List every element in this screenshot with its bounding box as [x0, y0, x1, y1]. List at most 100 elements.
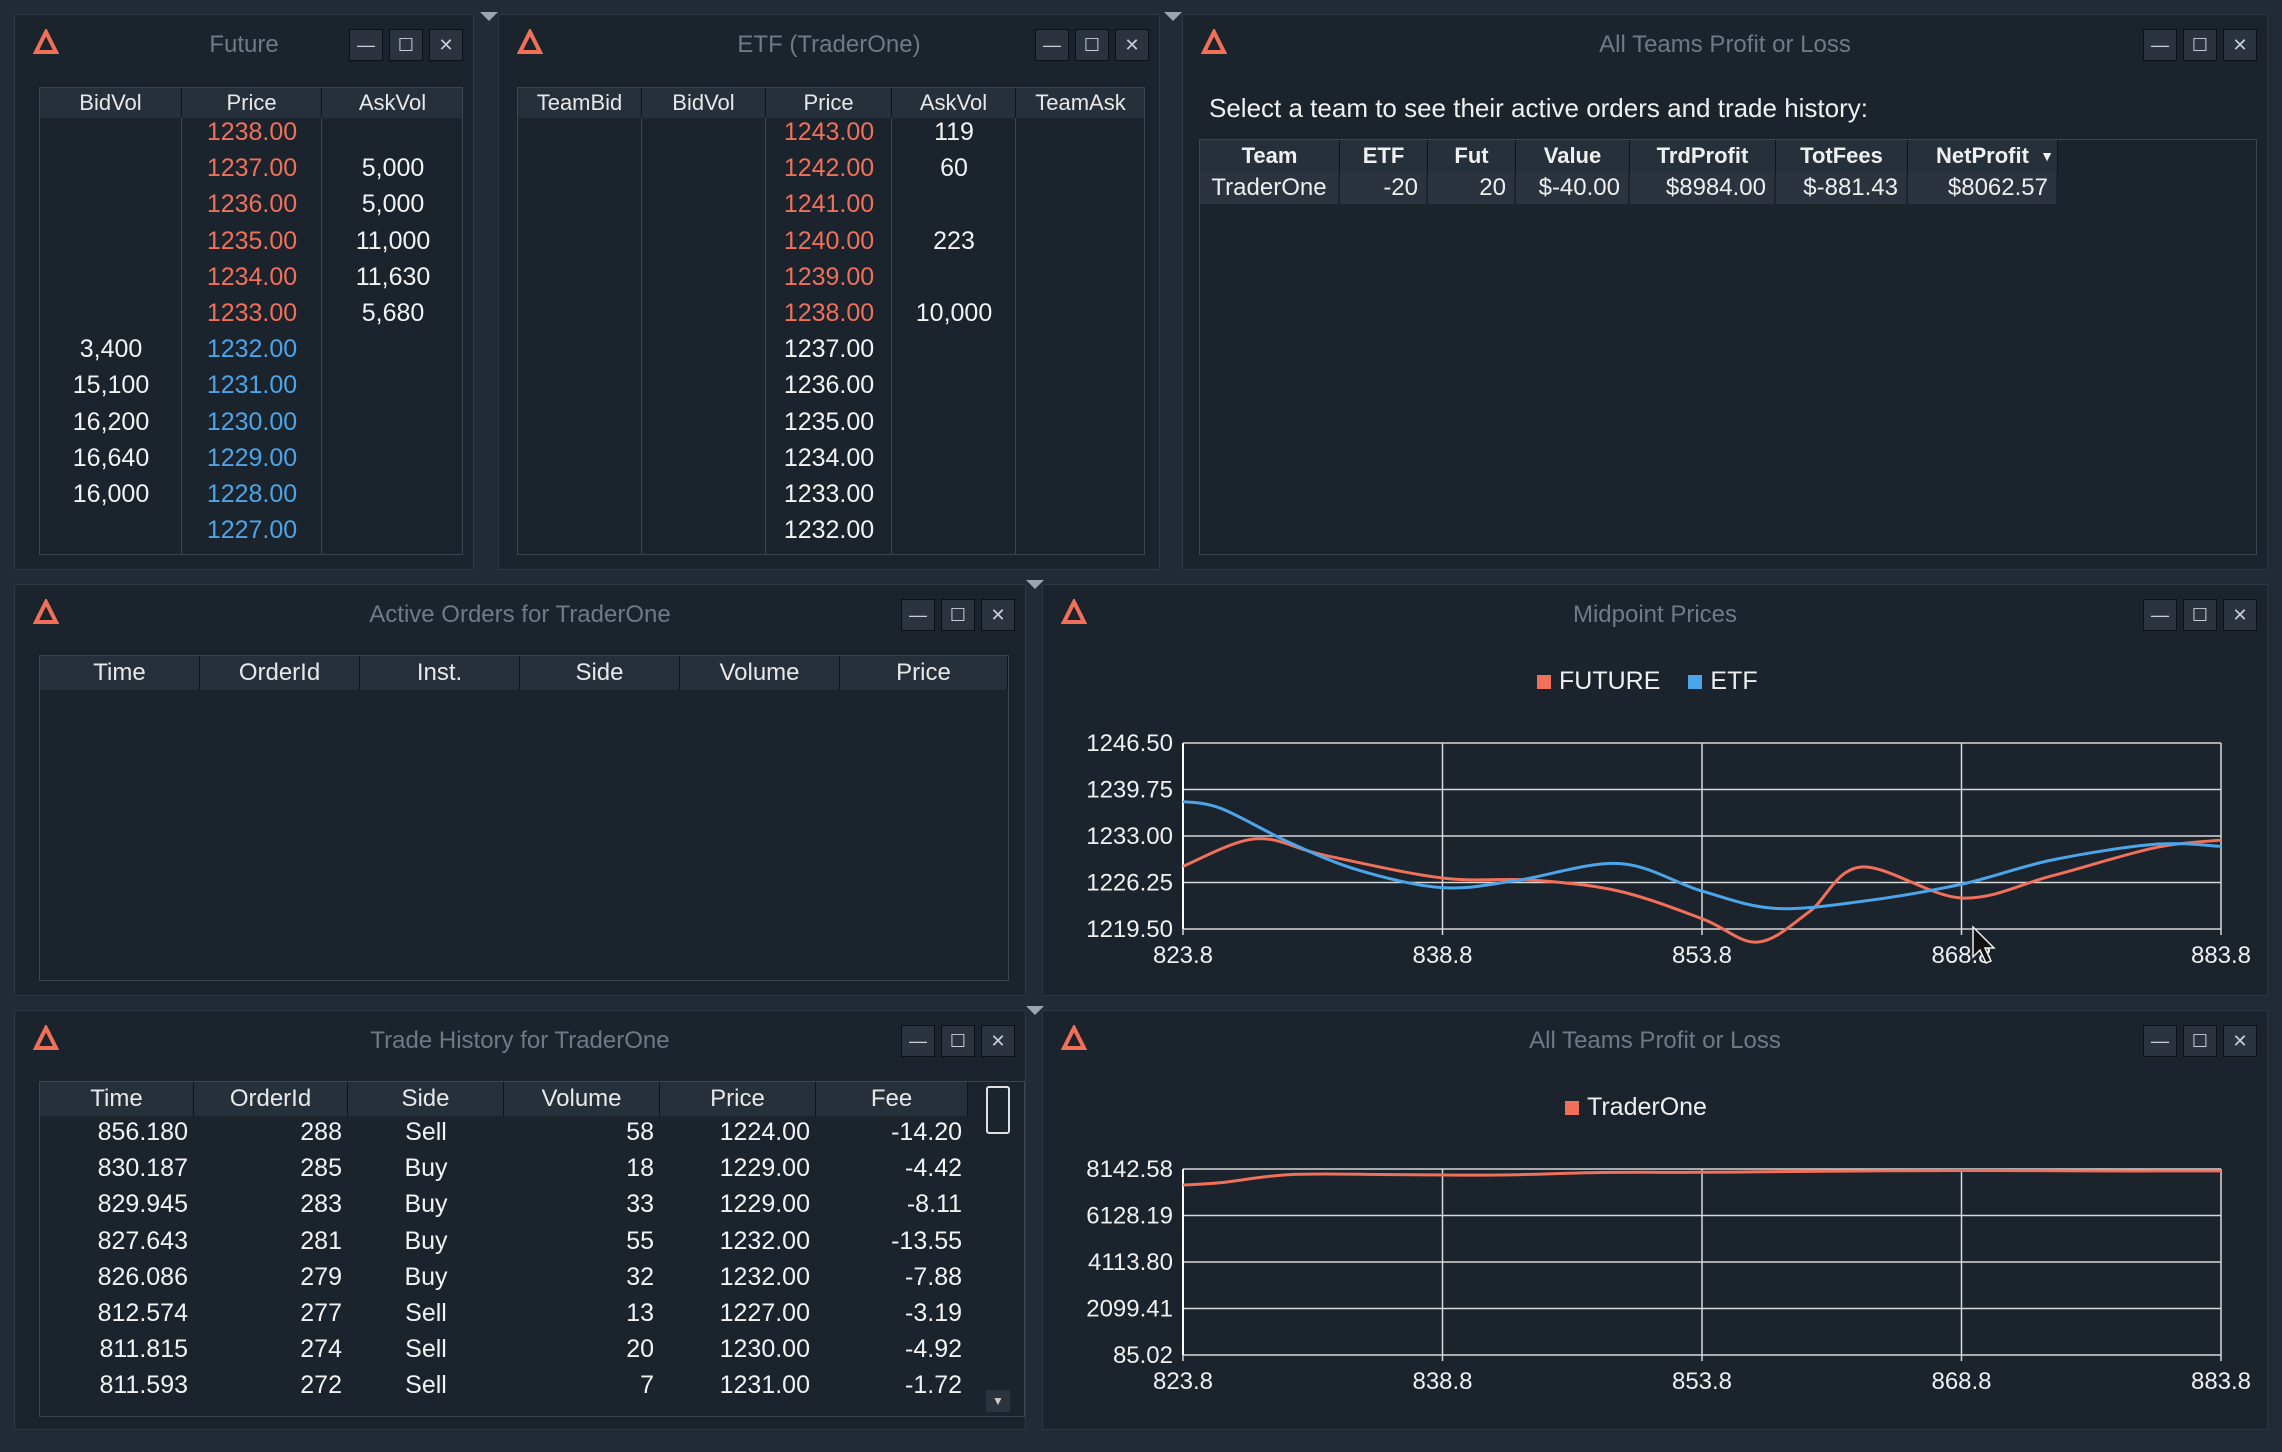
column-header[interactable]: OrderId: [200, 656, 360, 690]
close-button[interactable]: ✕: [2223, 29, 2257, 61]
table-cell[interactable]: 272: [194, 1367, 348, 1403]
scroll-down-icon[interactable]: ▼: [986, 1390, 1010, 1412]
column-header[interactable]: ETF: [1340, 140, 1428, 172]
column-header[interactable]: Side: [520, 656, 680, 690]
etf-titlebar[interactable]: ETF (TraderOne) — ☐ ✕: [499, 15, 1159, 69]
table-cell[interactable]: Sell: [348, 1295, 504, 1331]
table-cell[interactable]: $8984.00: [1630, 172, 1774, 204]
table-cell[interactable]: 7: [504, 1367, 660, 1403]
column-header[interactable]: Time: [40, 1082, 194, 1116]
column-header[interactable]: BidVol: [642, 88, 766, 118]
table-cell[interactable]: 1229.00: [660, 1186, 816, 1222]
table-cell[interactable]: 1224.00: [660, 1114, 816, 1150]
price-cell[interactable]: 1231.00: [182, 367, 322, 403]
price-cell[interactable]: 1232.00: [182, 331, 322, 367]
price-cell[interactable]: 1235.00: [766, 404, 892, 440]
future-titlebar[interactable]: Future — ☐ ✕: [15, 15, 473, 69]
splitter-handle[interactable]: [1026, 1006, 1044, 1015]
column-header[interactable]: TotFees: [1776, 140, 1908, 172]
column-header[interactable]: Time: [40, 656, 200, 690]
price-cell[interactable]: 1234.00: [766, 440, 892, 476]
table-cell[interactable]: 1231.00: [660, 1367, 816, 1403]
table-cell[interactable]: Sell: [348, 1331, 504, 1367]
splitter-handle[interactable]: [1026, 580, 1044, 589]
column-header[interactable]: Team: [1200, 140, 1340, 172]
minimize-button[interactable]: —: [901, 1025, 935, 1057]
price-cell[interactable]: 1234.00: [182, 259, 322, 295]
table-cell[interactable]: 829.945: [40, 1186, 194, 1222]
etf-book-table[interactable]: TeamBid BidVol Price AskVol TeamAsk 1243.00 11…: [517, 87, 1145, 555]
table-cell[interactable]: 58: [504, 1114, 660, 1150]
column-header[interactable]: TeamBid: [518, 88, 642, 118]
close-button[interactable]: ✕: [1115, 29, 1149, 61]
table-cell[interactable]: 18: [504, 1150, 660, 1186]
table-cell[interactable]: 32: [504, 1259, 660, 1295]
table-cell[interactable]: -13.55: [816, 1223, 968, 1259]
trade-history-table[interactable]: Time OrderId Side Volume Price Fee 856.180 288 S…: [39, 1081, 1025, 1417]
column-header[interactable]: Volume: [680, 656, 840, 690]
price-cell[interactable]: 1241.00: [766, 186, 892, 222]
column-header[interactable]: TeamAsk: [1016, 88, 1144, 118]
splitter-handle[interactable]: [1164, 12, 1182, 21]
price-cell[interactable]: 1231.00: [766, 548, 892, 554]
price-cell[interactable]: 1239.00: [766, 259, 892, 295]
table-cell[interactable]: 1232.00: [660, 1259, 816, 1295]
column-header[interactable]: Volume: [504, 1082, 660, 1116]
active-orders-table[interactable]: Time OrderId Inst. Side Volume Price: [39, 655, 1009, 981]
scrollbar-thumb[interactable]: [986, 1086, 1010, 1134]
table-cell[interactable]: -4.92: [816, 1331, 968, 1367]
pnl-titlebar[interactable]: All Teams Profit or Loss — ☐ ✕: [1183, 15, 2267, 69]
table-cell[interactable]: 1230.00: [660, 1331, 816, 1367]
maximize-button[interactable]: ☐: [1075, 29, 1109, 61]
splitter-handle[interactable]: [480, 12, 498, 21]
table-cell[interactable]: 856.180: [40, 1114, 194, 1150]
table-cell[interactable]: -1.72: [816, 1367, 968, 1403]
table-cell[interactable]: Buy: [348, 1186, 504, 1222]
table-cell[interactable]: 1227.00: [660, 1295, 816, 1331]
maximize-button[interactable]: ☐: [2183, 29, 2217, 61]
table-cell[interactable]: Sell: [348, 1367, 504, 1403]
maximize-button[interactable]: ☐: [941, 1025, 975, 1057]
maximize-button[interactable]: ☐: [941, 599, 975, 631]
price-cell[interactable]: 1236.00: [766, 367, 892, 403]
price-cell[interactable]: 1242.00: [766, 150, 892, 186]
table-cell[interactable]: 277: [194, 1295, 348, 1331]
table-cell[interactable]: 1232.00: [660, 1223, 816, 1259]
price-cell[interactable]: 1236.00: [182, 186, 322, 222]
table-cell[interactable]: 1229.00: [660, 1150, 816, 1186]
pnl-table[interactable]: Team ETF Fut Value TrdProfit TotFees NetProfit…: [1199, 139, 2257, 555]
table-cell[interactable]: 33: [504, 1186, 660, 1222]
price-cell[interactable]: 1243.00: [766, 114, 892, 150]
price-cell[interactable]: 1235.00: [182, 223, 322, 259]
table-cell[interactable]: $8062.57: [1908, 172, 2056, 204]
pnl-line-chart[interactable]: 8142.58 6128.19 4113.80 2099.41 85.02823.8 83…: [1043, 1011, 2269, 1431]
minimize-button[interactable]: —: [2143, 29, 2177, 61]
price-cell[interactable]: 1233.00: [182, 295, 322, 331]
close-button[interactable]: ✕: [981, 599, 1015, 631]
minimize-button[interactable]: —: [349, 29, 383, 61]
close-button[interactable]: ✕: [429, 29, 463, 61]
table-cell[interactable]: -4.42: [816, 1150, 968, 1186]
table-cell[interactable]: Sell: [348, 1114, 504, 1150]
price-cell[interactable]: 1226.00: [182, 548, 322, 554]
table-cell[interactable]: -20: [1340, 172, 1426, 204]
table-cell[interactable]: 13: [504, 1295, 660, 1331]
table-cell[interactable]: -3.19: [816, 1295, 968, 1331]
table-cell[interactable]: 274: [194, 1331, 348, 1367]
table-cell[interactable]: 20: [1428, 172, 1514, 204]
table-cell[interactable]: 279: [194, 1259, 348, 1295]
column-header[interactable]: Price: [840, 656, 1008, 690]
table-cell[interactable]: Buy: [348, 1223, 504, 1259]
price-cell[interactable]: 1238.00: [766, 295, 892, 331]
price-cell[interactable]: 1237.00: [766, 331, 892, 367]
column-header[interactable]: Fut: [1428, 140, 1516, 172]
price-cell[interactable]: 1238.00: [182, 114, 322, 150]
future-book-table[interactable]: BidVol Price AskVol 1238.00 1237.00 5,000 1236…: [39, 87, 463, 555]
column-header[interactable]: Side: [348, 1082, 504, 1116]
table-cell[interactable]: 812.574: [40, 1295, 194, 1331]
table-cell[interactable]: 283: [194, 1186, 348, 1222]
price-cell[interactable]: 1240.00: [766, 223, 892, 259]
table-cell[interactable]: 826.086: [40, 1259, 194, 1295]
sort-arrow-icon[interactable]: ▼: [2036, 140, 2058, 172]
table-cell[interactable]: 20: [504, 1331, 660, 1367]
